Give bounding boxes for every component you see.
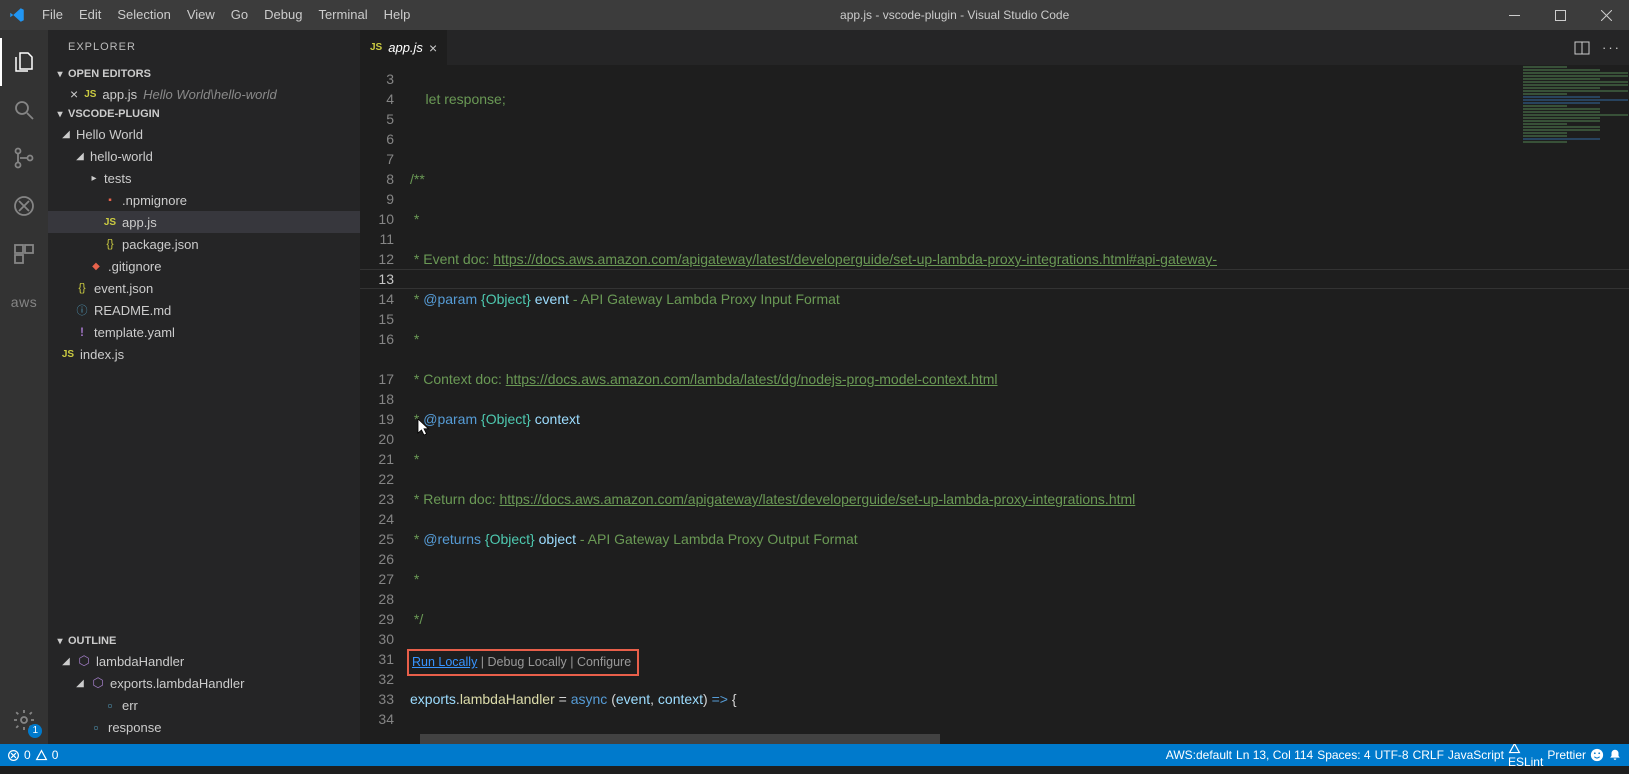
codelens-configure[interactable]: Configure	[577, 655, 631, 669]
tree-file-packagejson[interactable]: {}package.json	[48, 233, 360, 255]
split-editor-icon[interactable]	[1574, 40, 1590, 56]
code-lines: let response; /** * * Event doc: https:/…	[410, 65, 1629, 744]
npm-file-icon: ▪	[102, 195, 118, 206]
vscode-logo-icon	[0, 6, 34, 24]
open-editor-item[interactable]: × JS app.js Hello World\hello-world	[48, 83, 360, 105]
menu-debug[interactable]: Debug	[256, 0, 310, 30]
sidebar-title: EXPLORER	[48, 30, 360, 65]
outline-tree: ◢⬡lambdaHandler ◢⬡exports.lambdaHandler …	[48, 650, 360, 744]
close-icon[interactable]: ×	[70, 86, 78, 102]
section-open-editors[interactable]: ▾OPEN EDITORS	[48, 65, 360, 83]
minimap[interactable]	[1519, 65, 1629, 215]
js-file-icon: JS	[370, 42, 382, 53]
tab-bar: JS app.js × ···	[360, 30, 1629, 65]
status-indentation[interactable]: Spaces: 4	[1317, 748, 1370, 762]
settings-badge: 1	[28, 724, 42, 738]
module-icon: ⬡	[76, 653, 92, 669]
outline-response[interactable]: ▫response	[48, 716, 360, 738]
section-outline[interactable]: ▾OUTLINE	[48, 632, 360, 650]
status-problems[interactable]: 0 0	[0, 744, 65, 766]
status-eol[interactable]: CRLF	[1413, 748, 1444, 762]
tree-file-template[interactable]: !template.yaml	[48, 321, 360, 343]
tree-file-readme[interactable]: ⓘREADME.md	[48, 299, 360, 321]
js-file-icon: JS	[84, 89, 96, 100]
md-file-icon: ⓘ	[74, 302, 90, 318]
tree-file-appjs[interactable]: JSapp.js	[48, 211, 360, 233]
tree-file-gitignore[interactable]: ◆.gitignore	[48, 255, 360, 277]
activity-source-control-icon[interactable]	[0, 134, 48, 182]
more-actions-icon[interactable]: ···	[1602, 40, 1621, 55]
menu-view[interactable]: View	[179, 0, 223, 30]
module-icon: ⬡	[90, 675, 106, 691]
activity-bar: aws 1	[0, 30, 48, 744]
scrollbar-thumb[interactable]	[420, 734, 940, 744]
title-bar: File Edit Selection View Go Debug Termin…	[0, 0, 1629, 30]
menu-edit[interactable]: Edit	[71, 0, 109, 30]
status-notifications-icon[interactable]	[1608, 748, 1622, 762]
tree-file-indexjs[interactable]: JSindex.js	[48, 343, 360, 365]
json-file-icon: {}	[102, 238, 118, 250]
window-minimize-icon[interactable]	[1491, 0, 1537, 30]
yaml-file-icon: !	[74, 325, 90, 339]
outline-err[interactable]: ▫err	[48, 694, 360, 716]
menu-file[interactable]: File	[34, 0, 71, 30]
variable-icon: ▫	[102, 698, 118, 713]
tree-folder-tests[interactable]: ▸tests	[48, 167, 360, 189]
tab-close-icon[interactable]: ×	[429, 40, 437, 56]
menu-bar: File Edit Selection View Go Debug Termin…	[34, 0, 418, 30]
horizontal-scrollbar[interactable]	[360, 734, 1629, 744]
status-cursor-position[interactable]: Ln 13, Col 114	[1236, 748, 1313, 762]
activity-extensions-icon[interactable]	[0, 230, 48, 278]
status-eslint[interactable]: ESLint	[1508, 742, 1543, 769]
codelens-run-locally[interactable]: Run Locally	[412, 655, 477, 669]
editor-area: JS app.js × ··· 345678910111213141516171…	[360, 30, 1629, 744]
window-title: app.js - vscode-plugin - Visual Studio C…	[418, 8, 1491, 22]
tree-folder-hello-world[interactable]: ◢Hello World	[48, 123, 360, 145]
line-numbers: 3456789101112131415161718192021222324252…	[360, 65, 410, 744]
status-encoding[interactable]: UTF-8	[1375, 748, 1409, 762]
json-file-icon: {}	[74, 282, 90, 294]
js-file-icon: JS	[102, 217, 118, 228]
js-file-icon: JS	[60, 349, 76, 360]
status-language[interactable]: JavaScript	[1448, 748, 1504, 762]
tree-file-eventjson[interactable]: {}event.json	[48, 277, 360, 299]
section-project[interactable]: ▾VSCODE-PLUGIN	[48, 105, 360, 123]
tree-folder-hello-world-sub[interactable]: ◢hello-world	[48, 145, 360, 167]
file-tree: ◢Hello World ◢hello-world ▸tests ▪.npmig…	[48, 123, 360, 365]
status-feedback-icon[interactable]	[1590, 748, 1604, 762]
status-aws[interactable]: AWS:default	[1166, 748, 1232, 762]
menu-go[interactable]: Go	[223, 0, 256, 30]
menu-help[interactable]: Help	[376, 0, 419, 30]
activity-settings-icon[interactable]: 1	[0, 696, 48, 744]
variable-icon: ▫	[88, 720, 104, 735]
outline-lambda-handler[interactable]: ◢⬡lambdaHandler	[48, 650, 360, 672]
activity-search-icon[interactable]	[0, 86, 48, 134]
menu-selection[interactable]: Selection	[109, 0, 178, 30]
activity-explorer-icon[interactable]	[0, 38, 48, 86]
sidebar: EXPLORER ▾OPEN EDITORS × JS app.js Hello…	[48, 30, 360, 744]
menu-terminal[interactable]: Terminal	[310, 0, 375, 30]
git-file-icon: ◆	[88, 261, 104, 272]
outline-exports-lambda-handler[interactable]: ◢⬡exports.lambdaHandler	[48, 672, 360, 694]
window-close-icon[interactable]	[1583, 0, 1629, 30]
code-editor[interactable]: 3456789101112131415161718192021222324252…	[360, 65, 1629, 744]
status-bar: 0 0 AWS:default Ln 13, Col 114 Spaces: 4…	[0, 744, 1629, 766]
codelens-row: Run Locally | Debug Locally | Configure	[410, 649, 1629, 669]
activity-aws-icon[interactable]: aws	[0, 278, 48, 326]
codelens-debug-locally[interactable]: Debug Locally	[488, 655, 567, 669]
activity-debug-icon[interactable]	[0, 182, 48, 230]
tab-appjs[interactable]: JS app.js ×	[360, 30, 447, 65]
tree-file-npmignore[interactable]: ▪.npmignore	[48, 189, 360, 211]
window-maximize-icon[interactable]	[1537, 0, 1583, 30]
status-prettier[interactable]: Prettier	[1547, 748, 1586, 762]
